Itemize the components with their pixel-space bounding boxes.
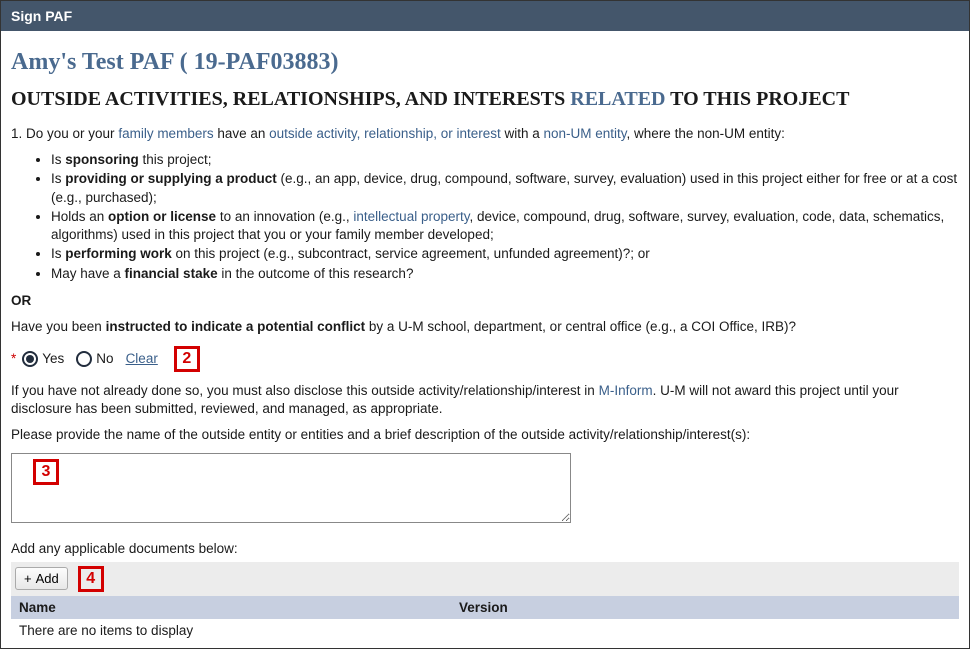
q1-text: have an [214, 126, 270, 141]
entity-description-textarea[interactable] [11, 453, 571, 523]
bullet-performing-work: Is performing work on this project (e.g.… [51, 245, 959, 263]
link-family-members[interactable]: family members [118, 126, 213, 141]
column-version: Version [459, 600, 951, 615]
add-button-label: Add [36, 571, 59, 586]
heading-text-pre: OUTSIDE ACTIVITIES, RELATIONSHIPS, AND I… [11, 88, 570, 110]
callout-3: 3 [33, 459, 59, 485]
radio-no-icon [76, 351, 92, 367]
radio-yes-icon [22, 351, 38, 367]
entity-description-wrap: 3 [11, 453, 571, 526]
link-m-inform[interactable]: M-Inform [599, 383, 653, 398]
radio-no[interactable]: No [76, 351, 113, 367]
link-non-um-entity[interactable]: non-UM entity [544, 126, 627, 141]
section-heading: OUTSIDE ACTIVITIES, RELATIONSHIPS, AND I… [11, 88, 959, 111]
page-title: Amy's Test PAF ( 19-PAF03883) [11, 49, 959, 76]
documents-empty-message: There are no items to display [11, 619, 959, 642]
q1-text: with a [501, 126, 544, 141]
bullet-sponsoring: Is sponsoring this project; [51, 151, 959, 169]
window-title: Sign PAF [11, 8, 72, 24]
radio-no-label: No [96, 351, 113, 366]
documents-section: Add any applicable documents below: + Add… [11, 540, 959, 642]
heading-link-related[interactable]: RELATED [570, 88, 665, 110]
heading-text-post: TO THIS PROJECT [665, 88, 849, 110]
required-indicator: * [11, 351, 16, 366]
documents-table-header: Name Version [11, 596, 959, 619]
radio-yes[interactable]: Yes [22, 351, 64, 367]
page-content: Amy's Test PAF ( 19-PAF03883) OUTSIDE AC… [1, 31, 969, 648]
radio-yes-label: Yes [42, 351, 64, 366]
callout-2: 2 [174, 346, 200, 372]
or-separator: OR [11, 293, 959, 308]
documents-prompt: Add any applicable documents below: [11, 540, 959, 558]
bullet-providing: Is providing or supplying a product (e.g… [51, 170, 959, 206]
window-title-bar: Sign PAF [1, 1, 969, 31]
disclosure-note: If you have not already done so, you mus… [11, 382, 959, 418]
q1-text: , where the non-UM entity: [627, 126, 785, 141]
question-1-bullets: Is sponsoring this project; Is providing… [11, 151, 959, 283]
plus-icon: + [24, 571, 32, 586]
question-1-lead: 1. Do you or your family members have an… [11, 125, 959, 143]
documents-toolbar: + Add 4 [11, 562, 959, 596]
clear-link[interactable]: Clear [126, 351, 158, 366]
column-name: Name [19, 600, 459, 615]
question-2: Have you been instructed to indicate a p… [11, 318, 959, 336]
link-intellectual-property[interactable]: intellectual property [353, 209, 469, 224]
bullet-financial-stake: May have a financial stake in the outcom… [51, 265, 959, 283]
add-button[interactable]: + Add [15, 567, 68, 590]
entity-prompt: Please provide the name of the outside e… [11, 426, 959, 444]
link-outside-activity[interactable]: outside activity, relationship, or inter… [269, 126, 501, 141]
bullet-option-license: Holds an option or license to an innovat… [51, 208, 959, 244]
q1-text: 1. Do you or your [11, 126, 118, 141]
answer-row: * Yes No Clear 2 [11, 346, 959, 372]
callout-4: 4 [78, 566, 104, 592]
